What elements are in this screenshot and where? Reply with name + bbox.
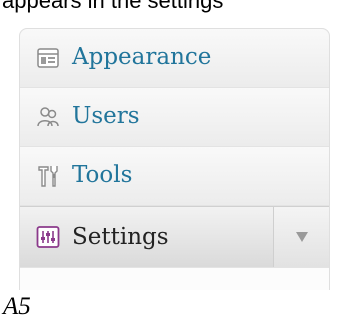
chevron-down-icon — [296, 232, 308, 242]
menu-item-users[interactable]: Users — [20, 88, 329, 147]
menu-item-label: Users — [72, 103, 140, 129]
admin-sidebar-menu: Appearance Users Tools Settings — [19, 28, 330, 290]
menu-item-label: Settings — [72, 224, 169, 250]
page-label: A5 — [3, 293, 31, 320]
menu-item-tools[interactable]: Tools — [20, 147, 329, 206]
submenu-toggle-button[interactable] — [273, 207, 329, 267]
settings-icon — [36, 225, 60, 249]
menu-item-label: Tools — [72, 162, 133, 188]
tools-icon — [36, 164, 60, 188]
header-clipped-text: appears in the settings — [0, 0, 345, 16]
appearance-icon — [36, 46, 60, 70]
menu-item-appearance[interactable]: Appearance — [20, 29, 329, 88]
header-text: appears in the settings — [2, 0, 224, 13]
users-icon — [36, 105, 60, 129]
menu-item-settings[interactable]: Settings — [20, 206, 329, 268]
settings-submenu — [20, 268, 329, 290]
menu-item-label: Appearance — [72, 44, 212, 70]
